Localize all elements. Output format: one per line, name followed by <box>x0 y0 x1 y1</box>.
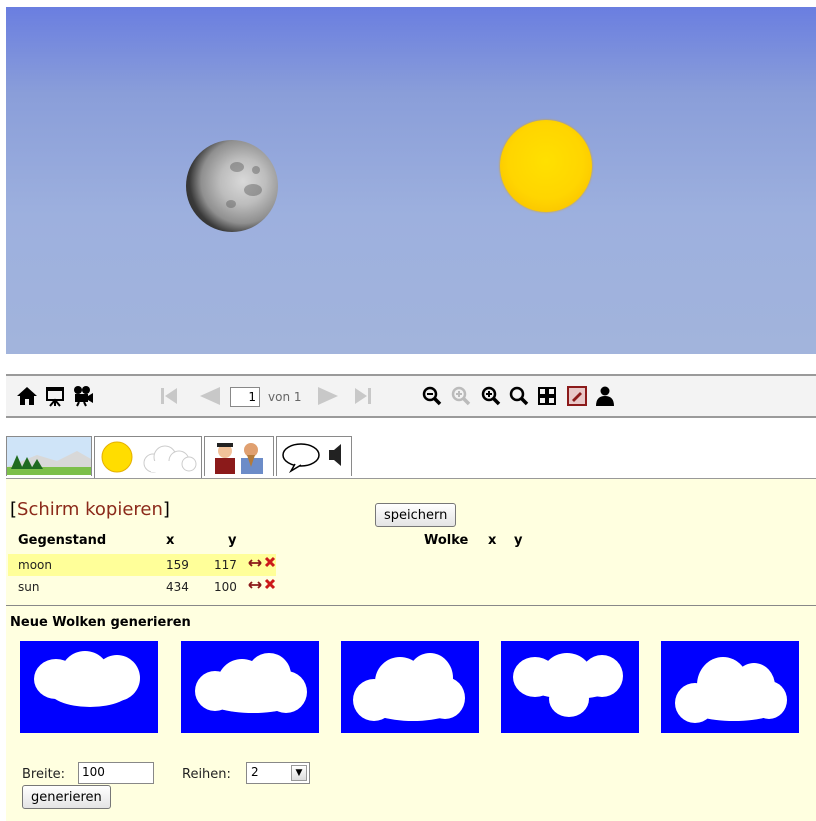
toolbar: 1 von 1 <box>6 374 816 418</box>
zoom-fit-icon[interactable] <box>506 382 532 410</box>
table-row[interactable]: sun 434 100 <box>8 576 276 598</box>
object-name: moon <box>18 558 52 572</box>
copy-screen-link[interactable]: [Schirm kopieren] <box>10 499 170 520</box>
object-x: 159 <box>166 558 189 572</box>
cloud-preview-2[interactable] <box>181 641 319 733</box>
clouds-header-x: x <box>488 533 497 548</box>
editor-panel: [Schirm kopieren] speichern Gegenstand x… <box>6 478 816 821</box>
object-y: 117 <box>214 558 237 572</box>
characters-tab[interactable] <box>204 436 274 476</box>
save-button[interactable]: speichern <box>375 503 457 527</box>
first-page-icon[interactable] <box>156 382 182 410</box>
generate-clouds-title: Neue Wolken generieren <box>10 615 191 630</box>
page-number-input[interactable]: 1 <box>230 387 260 407</box>
chevron-down-icon[interactable]: ▼ <box>291 765 307 781</box>
last-page-icon[interactable] <box>350 382 376 410</box>
width-input[interactable]: 100 <box>78 762 154 784</box>
rows-select-value: 2 <box>251 765 259 779</box>
clouds-header-name: Wolke <box>424 533 469 548</box>
table-row[interactable]: moon 159 117 <box>8 554 276 576</box>
landscape-tab[interactable] <box>6 436 92 476</box>
landscape-icon <box>7 437 91 475</box>
delete-icon[interactable] <box>264 578 276 593</box>
width-label: Breite: <box>22 767 66 782</box>
divider <box>6 605 816 606</box>
swap-icon[interactable] <box>248 579 262 594</box>
rows-select[interactable]: 2 ▼ <box>246 762 310 784</box>
scene-canvas[interactable] <box>6 7 816 354</box>
speech-sound-icon <box>282 443 341 474</box>
user-icon[interactable] <box>592 382 618 410</box>
clouds-header-y: y <box>514 533 523 548</box>
rows-label: Reihen: <box>182 767 231 782</box>
zoom-reset-icon[interactable] <box>448 382 474 410</box>
generate-button[interactable]: generieren <box>22 785 111 809</box>
object-x: 434 <box>166 580 189 594</box>
objects-header-name: Gegenstand <box>18 533 107 548</box>
moon-object[interactable] <box>186 140 278 232</box>
zoom-in-icon[interactable] <box>478 382 504 410</box>
object-y: 100 <box>214 580 237 594</box>
delete-icon[interactable] <box>264 556 276 571</box>
camera-icon[interactable] <box>70 382 96 410</box>
characters-icon <box>215 443 263 474</box>
edit-icon[interactable] <box>564 382 590 410</box>
cloud-preview-5[interactable] <box>661 641 799 733</box>
cloud-preview-1[interactable] <box>20 641 158 733</box>
next-page-icon[interactable] <box>314 382 344 410</box>
speech-sound-tab[interactable] <box>276 436 352 476</box>
presentation-icon[interactable] <box>42 382 68 410</box>
zoom-out-icon[interactable] <box>420 382 444 410</box>
home-icon[interactable] <box>14 382 40 410</box>
sun-cloud-icon <box>101 441 197 473</box>
sky-objects-tab[interactable] <box>94 436 202 480</box>
page-count-label: von 1 <box>268 390 302 404</box>
objects-header-x: x <box>166 533 175 548</box>
prev-page-icon[interactable] <box>194 382 224 410</box>
copy-screen-label[interactable]: Schirm kopieren <box>17 499 163 520</box>
grid-view-icon[interactable] <box>534 382 560 410</box>
objects-header-y: y <box>228 533 237 548</box>
object-name: sun <box>18 580 40 594</box>
sun-object[interactable] <box>500 120 592 212</box>
cloud-preview-3[interactable] <box>341 641 479 733</box>
cloud-preview-4[interactable] <box>501 641 639 733</box>
swap-icon[interactable] <box>248 557 262 572</box>
